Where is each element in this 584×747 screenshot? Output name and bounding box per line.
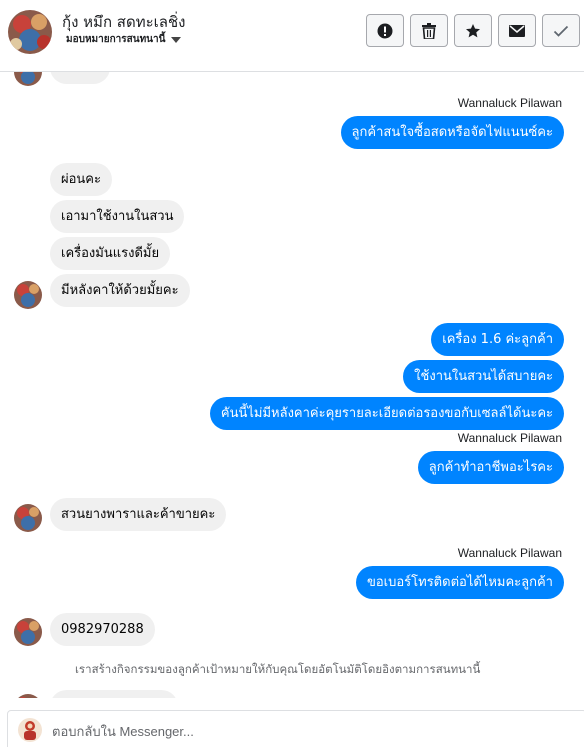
exclamation-icon (377, 23, 393, 38)
message-bubble-incoming: มีหลังคาให้ด้วยมั้ยคะ (50, 274, 190, 307)
sender-name: Wannaluck Pilawan (457, 546, 562, 560)
delete-button[interactable] (410, 14, 448, 47)
assign-conversation-label: มอบหมายการสนทนานี้ (66, 34, 166, 45)
message-bubble-incoming: สวนยางพาราและค้าขายคะ (50, 498, 227, 531)
contact-avatar-small (14, 281, 42, 309)
trash-icon (422, 22, 436, 39)
caret-down-icon (171, 37, 182, 43)
star-icon (466, 23, 480, 37)
mark-unread-button[interactable] (498, 14, 536, 47)
message-thread[interactable]: Wannaluck Pilawan ลูกค้าสนใจซื้อสดหรือจั… (0, 72, 584, 698)
sender-name: Wannaluck Pilawan (457, 96, 562, 110)
message-bubble-outgoing: ลูกค้าสนใจซื้อสดหรือจัดไฟแนนซ์คะ (340, 116, 564, 149)
message-bubble-outgoing: ใช้งานในสวนได้สบายคะ (403, 360, 564, 393)
message-bubble-incoming: เครื่องมันแรงดีมั้ย (50, 237, 171, 270)
message-bubble-incoming: เอามาใช้งานในสวน (50, 200, 185, 233)
system-note: เราสร้างกิจกรรมของลูกค้าเป้าหมายให้กับคุ… (75, 662, 481, 676)
done-button[interactable] (542, 14, 580, 47)
message-bubble-incoming (50, 690, 178, 698)
contact-name[interactable]: กุ้ง หมึก สดทะเลชิ่ง (62, 10, 185, 34)
checkmark-icon (553, 25, 569, 37)
message-bubble-incoming: ผ่อนคะ (50, 163, 112, 196)
message-bubble-incoming: 0982970288 (50, 613, 155, 646)
page-avatar (18, 717, 42, 743)
star-button[interactable] (454, 14, 492, 47)
header-actions (366, 14, 580, 47)
conversation-header: กุ้ง หมึก สดทะเลชิ่ง มอบหมายการสนทนานี้ (0, 0, 584, 72)
reply-composer (7, 710, 584, 747)
contact-avatar-small (14, 694, 42, 698)
envelope-icon (509, 24, 525, 37)
assign-conversation-dropdown[interactable]: มอบหมายการสนทนานี้ (66, 32, 182, 47)
contact-avatar-small (14, 504, 42, 532)
contact-avatar[interactable] (8, 10, 52, 54)
mark-spam-button[interactable] (366, 14, 404, 47)
message-bubble-outgoing: ลูกค้าทำอาชีพอะไรคะ (417, 451, 564, 484)
message-bubble-outgoing: เครื่อง 1.6 ค่ะลูกค้า (431, 323, 564, 356)
contact-avatar-small (14, 618, 42, 646)
sender-name: Wannaluck Pilawan (457, 431, 562, 445)
reply-input[interactable] (52, 724, 452, 739)
message-bubble-incoming (50, 72, 110, 84)
message-bubble-outgoing: คันนี้ไม่มีหลังคาค่ะคุยรายละเอียดต่อรองข… (209, 397, 564, 430)
message-bubble-outgoing: ขอเบอร์โทรติดต่อได้ไหมคะลูกค้า (355, 566, 564, 599)
contact-avatar-small (14, 72, 42, 86)
